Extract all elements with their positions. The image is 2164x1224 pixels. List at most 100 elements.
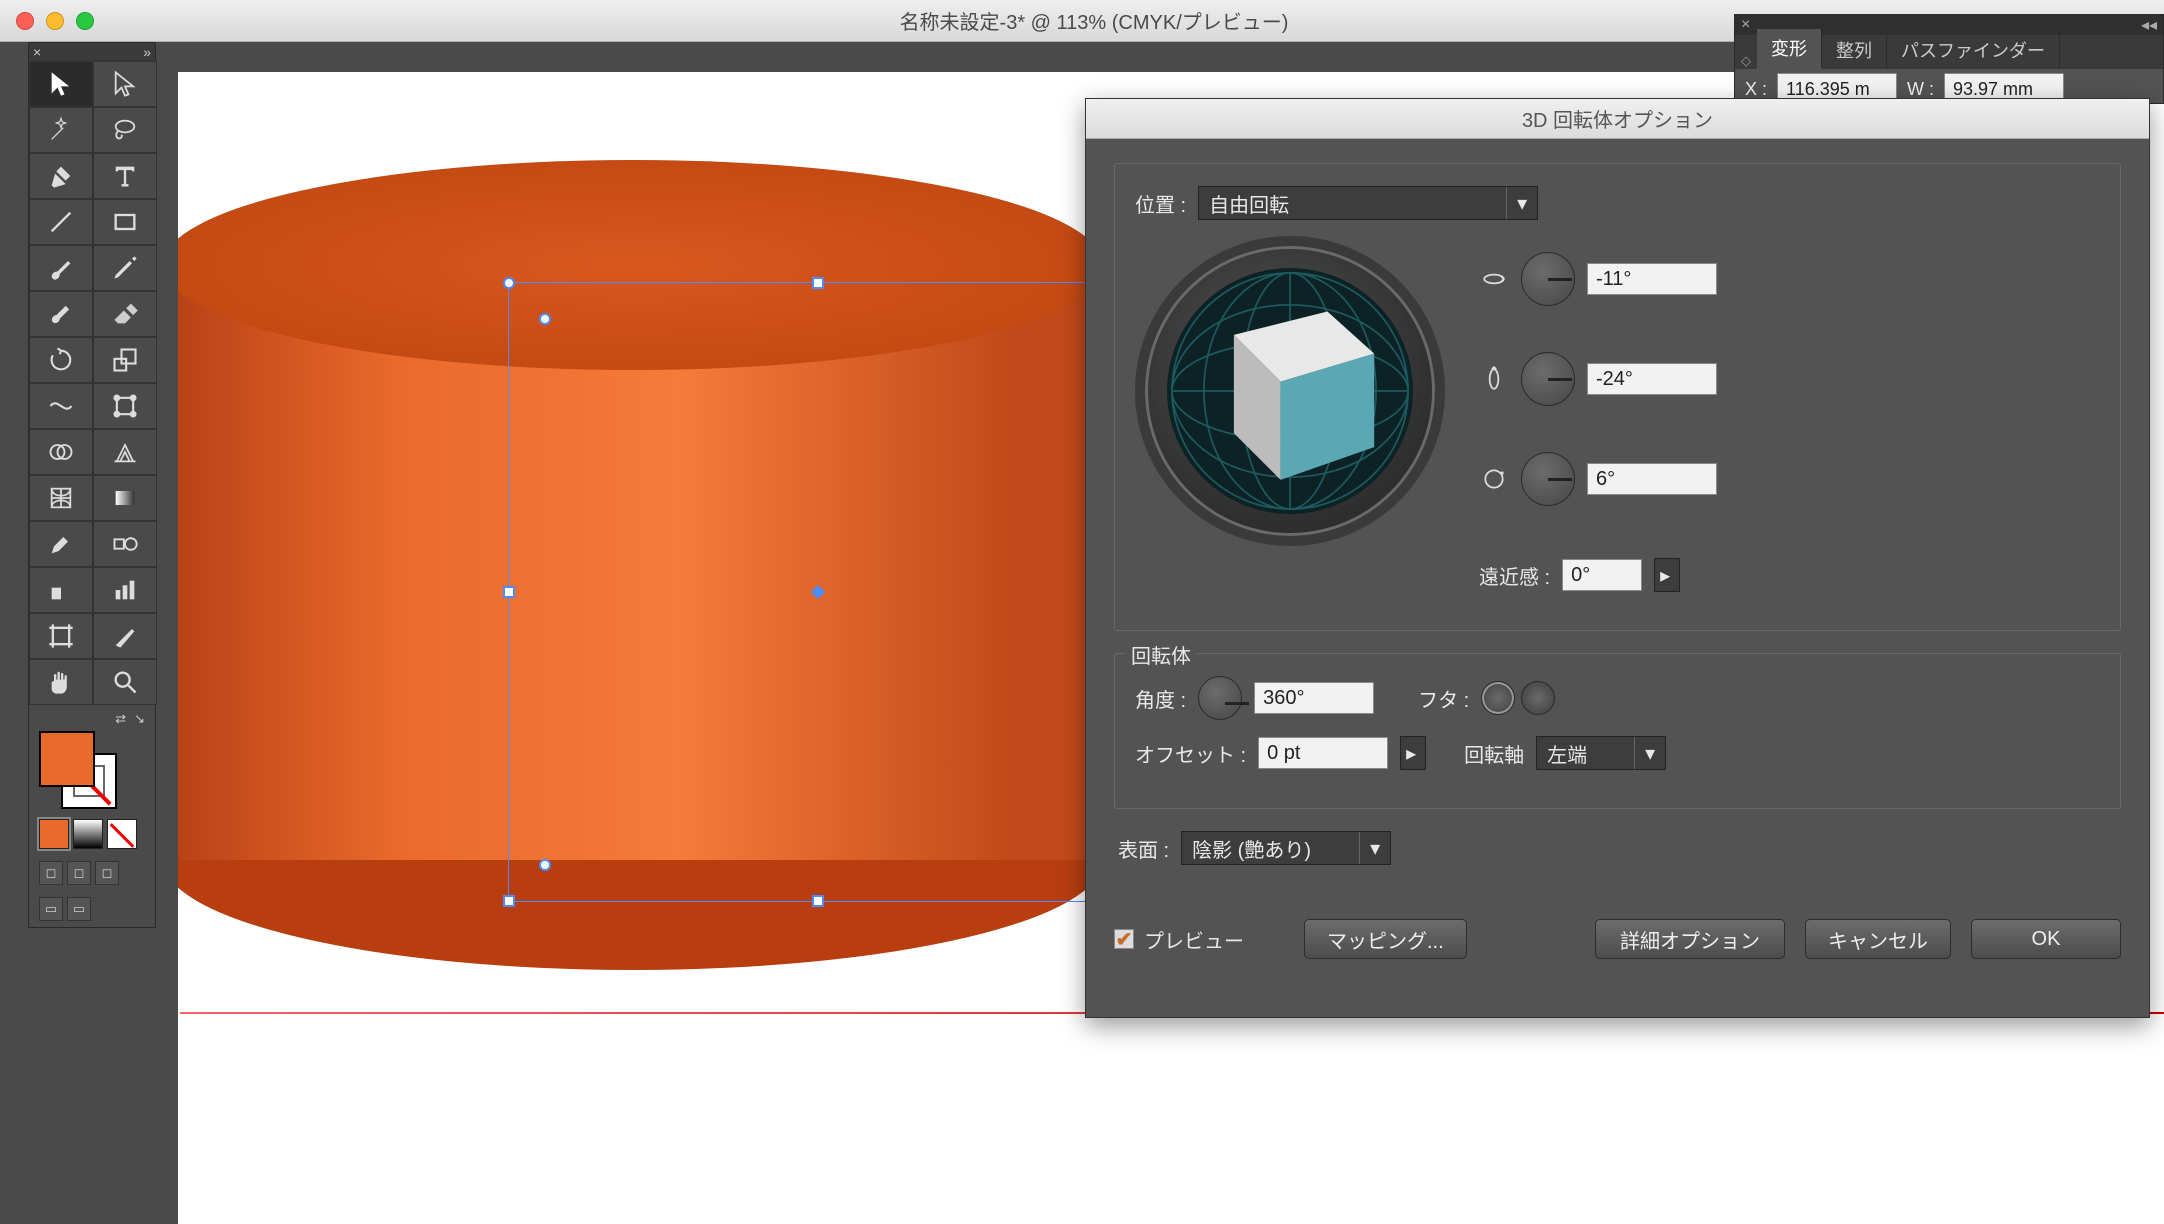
3d-revolve-dialog: 3D 回転体オプション 位置 : 自由回転 ▾: [1085, 98, 2150, 1018]
perspective-field[interactable]: 0°: [1562, 559, 1642, 591]
eyedropper-tool[interactable]: [29, 521, 93, 567]
selection-tool[interactable]: [29, 61, 93, 107]
revolve-group: 回転体 角度 : 360° フタ : オフセット : 0 pt ▸ 回転軸: [1114, 653, 2121, 809]
tools-panel: × » ⇄ ↘: [28, 42, 156, 928]
tab-transform[interactable]: 変形: [1757, 29, 1822, 69]
resize-handle-bl[interactable]: [503, 895, 515, 907]
rotation-trackball[interactable]: [1135, 236, 1445, 546]
resize-handle-bm[interactable]: [812, 895, 824, 907]
direct-selection-tool[interactable]: [93, 61, 157, 107]
offset-field[interactable]: 0 pt: [1258, 737, 1388, 769]
rotate-y-field[interactable]: -24°: [1587, 363, 1717, 395]
cap-label: フタ :: [1418, 684, 1469, 713]
mapping-button[interactable]: マッピング...: [1304, 919, 1467, 959]
free-transform-tool[interactable]: [93, 383, 157, 429]
x-label: X :: [1745, 79, 1767, 100]
surface-value: 陰影 (艶あり): [1192, 834, 1311, 863]
perspective-label: 遠近感 :: [1479, 561, 1550, 590]
preview-checkbox[interactable]: ✔ プレビュー: [1114, 925, 1244, 954]
draw-normal-icon[interactable]: ◻: [39, 861, 63, 885]
color-mode-button[interactable]: [39, 819, 69, 849]
resize-handle-tl[interactable]: [503, 277, 515, 289]
rectangle-tool[interactable]: [93, 199, 157, 245]
mesh-tool[interactable]: [29, 475, 93, 521]
line-tool[interactable]: [29, 199, 93, 245]
pencil-tool[interactable]: [93, 245, 157, 291]
axis-label: 回転軸: [1464, 739, 1524, 768]
width-tool[interactable]: [29, 383, 93, 429]
selection-bounding-box[interactable]: [508, 282, 1128, 902]
minimize-window-button[interactable]: [46, 12, 64, 30]
axis-value: 左端: [1547, 739, 1587, 768]
anchor-point[interactable]: [539, 313, 551, 325]
rotate-x-icon: [1479, 264, 1509, 294]
none-mode-button[interactable]: [107, 819, 137, 849]
rotate-z-icon: [1479, 464, 1509, 494]
rotate-z-dial[interactable]: [1521, 452, 1575, 506]
more-options-button[interactable]: 詳細オプション: [1595, 919, 1785, 959]
dialog-title: 3D 回転体オプション: [1086, 99, 2149, 139]
cancel-button[interactable]: キャンセル: [1805, 919, 1951, 959]
w-label: W :: [1907, 79, 1934, 100]
blob-brush-tool[interactable]: [29, 291, 93, 337]
column-graph-tool[interactable]: [93, 567, 157, 613]
axis-select[interactable]: 左端 ▾: [1536, 736, 1666, 770]
perspective-grid-tool[interactable]: [93, 429, 157, 475]
offset-label: オフセット :: [1135, 739, 1246, 768]
cap-off-button[interactable]: [1521, 681, 1555, 715]
tab-align[interactable]: 整列: [1822, 31, 1887, 69]
fill-swatch[interactable]: [39, 731, 95, 787]
collapse-icon[interactable]: ◂◂: [2141, 15, 2157, 35]
tab-pathfinder[interactable]: パスファインダー: [1887, 31, 2060, 69]
rotate-tool[interactable]: [29, 337, 93, 383]
perspective-stepper[interactable]: ▸: [1654, 558, 1680, 592]
surface-select[interactable]: 陰影 (艶あり) ▾: [1181, 831, 1391, 865]
gradient-mode-button[interactable]: [73, 819, 103, 849]
ok-button[interactable]: OK: [1971, 919, 2121, 959]
collapse-icon[interactable]: »: [143, 45, 151, 59]
panel-header[interactable]: × »: [29, 43, 155, 61]
swap-fill-stroke-icon[interactable]: ⇄: [115, 711, 126, 727]
close-icon[interactable]: ×: [33, 45, 41, 59]
screen-mode-2-icon[interactable]: ▭: [67, 897, 91, 921]
rotate-x-field[interactable]: -11°: [1587, 263, 1717, 295]
eraser-tool[interactable]: [93, 291, 157, 337]
scale-tool[interactable]: [93, 337, 157, 383]
anchor-point[interactable]: [539, 859, 551, 871]
resize-handle-ml[interactable]: [503, 586, 515, 598]
rotate-z-field[interactable]: 6°: [1587, 463, 1717, 495]
rotate-x-dial[interactable]: [1521, 252, 1575, 306]
type-tool[interactable]: [93, 153, 157, 199]
center-point[interactable]: [811, 585, 825, 599]
angle-field[interactable]: 360°: [1254, 682, 1374, 714]
zoom-tool[interactable]: [93, 659, 157, 705]
pen-tool[interactable]: [29, 153, 93, 199]
rotate-y-dial[interactable]: [1521, 352, 1575, 406]
position-value: 自由回転: [1209, 189, 1289, 218]
revolve-legend: 回転体: [1125, 640, 1197, 669]
position-group: 位置 : 自由回転 ▾: [1114, 163, 2121, 631]
position-select[interactable]: 自由回転 ▾: [1198, 186, 1538, 220]
gradient-tool[interactable]: [93, 475, 157, 521]
screen-mode-icon[interactable]: ▭: [39, 897, 63, 921]
default-fill-stroke-icon[interactable]: ↘: [134, 711, 145, 727]
hand-tool[interactable]: [29, 659, 93, 705]
artboard-tool[interactable]: [29, 613, 93, 659]
close-window-button[interactable]: [16, 12, 34, 30]
symbol-sprayer-tool[interactable]: [29, 567, 93, 613]
draw-behind-icon[interactable]: ◻: [67, 861, 91, 885]
lasso-tool[interactable]: [93, 107, 157, 153]
draw-inside-icon[interactable]: ◻: [95, 861, 119, 885]
paintbrush-tool[interactable]: [29, 245, 93, 291]
cap-on-button[interactable]: [1481, 681, 1515, 715]
close-icon[interactable]: ×: [1741, 16, 1750, 34]
angle-dial[interactable]: [1198, 676, 1242, 720]
resize-handle-tm[interactable]: [812, 277, 824, 289]
slice-tool[interactable]: [93, 613, 157, 659]
zoom-window-button[interactable]: [76, 12, 94, 30]
blend-tool[interactable]: [93, 521, 157, 567]
offset-stepper[interactable]: ▸: [1400, 736, 1426, 770]
chevron-down-icon: ▾: [1359, 832, 1380, 864]
magic-wand-tool[interactable]: [29, 107, 93, 153]
shape-builder-tool[interactable]: [29, 429, 93, 475]
